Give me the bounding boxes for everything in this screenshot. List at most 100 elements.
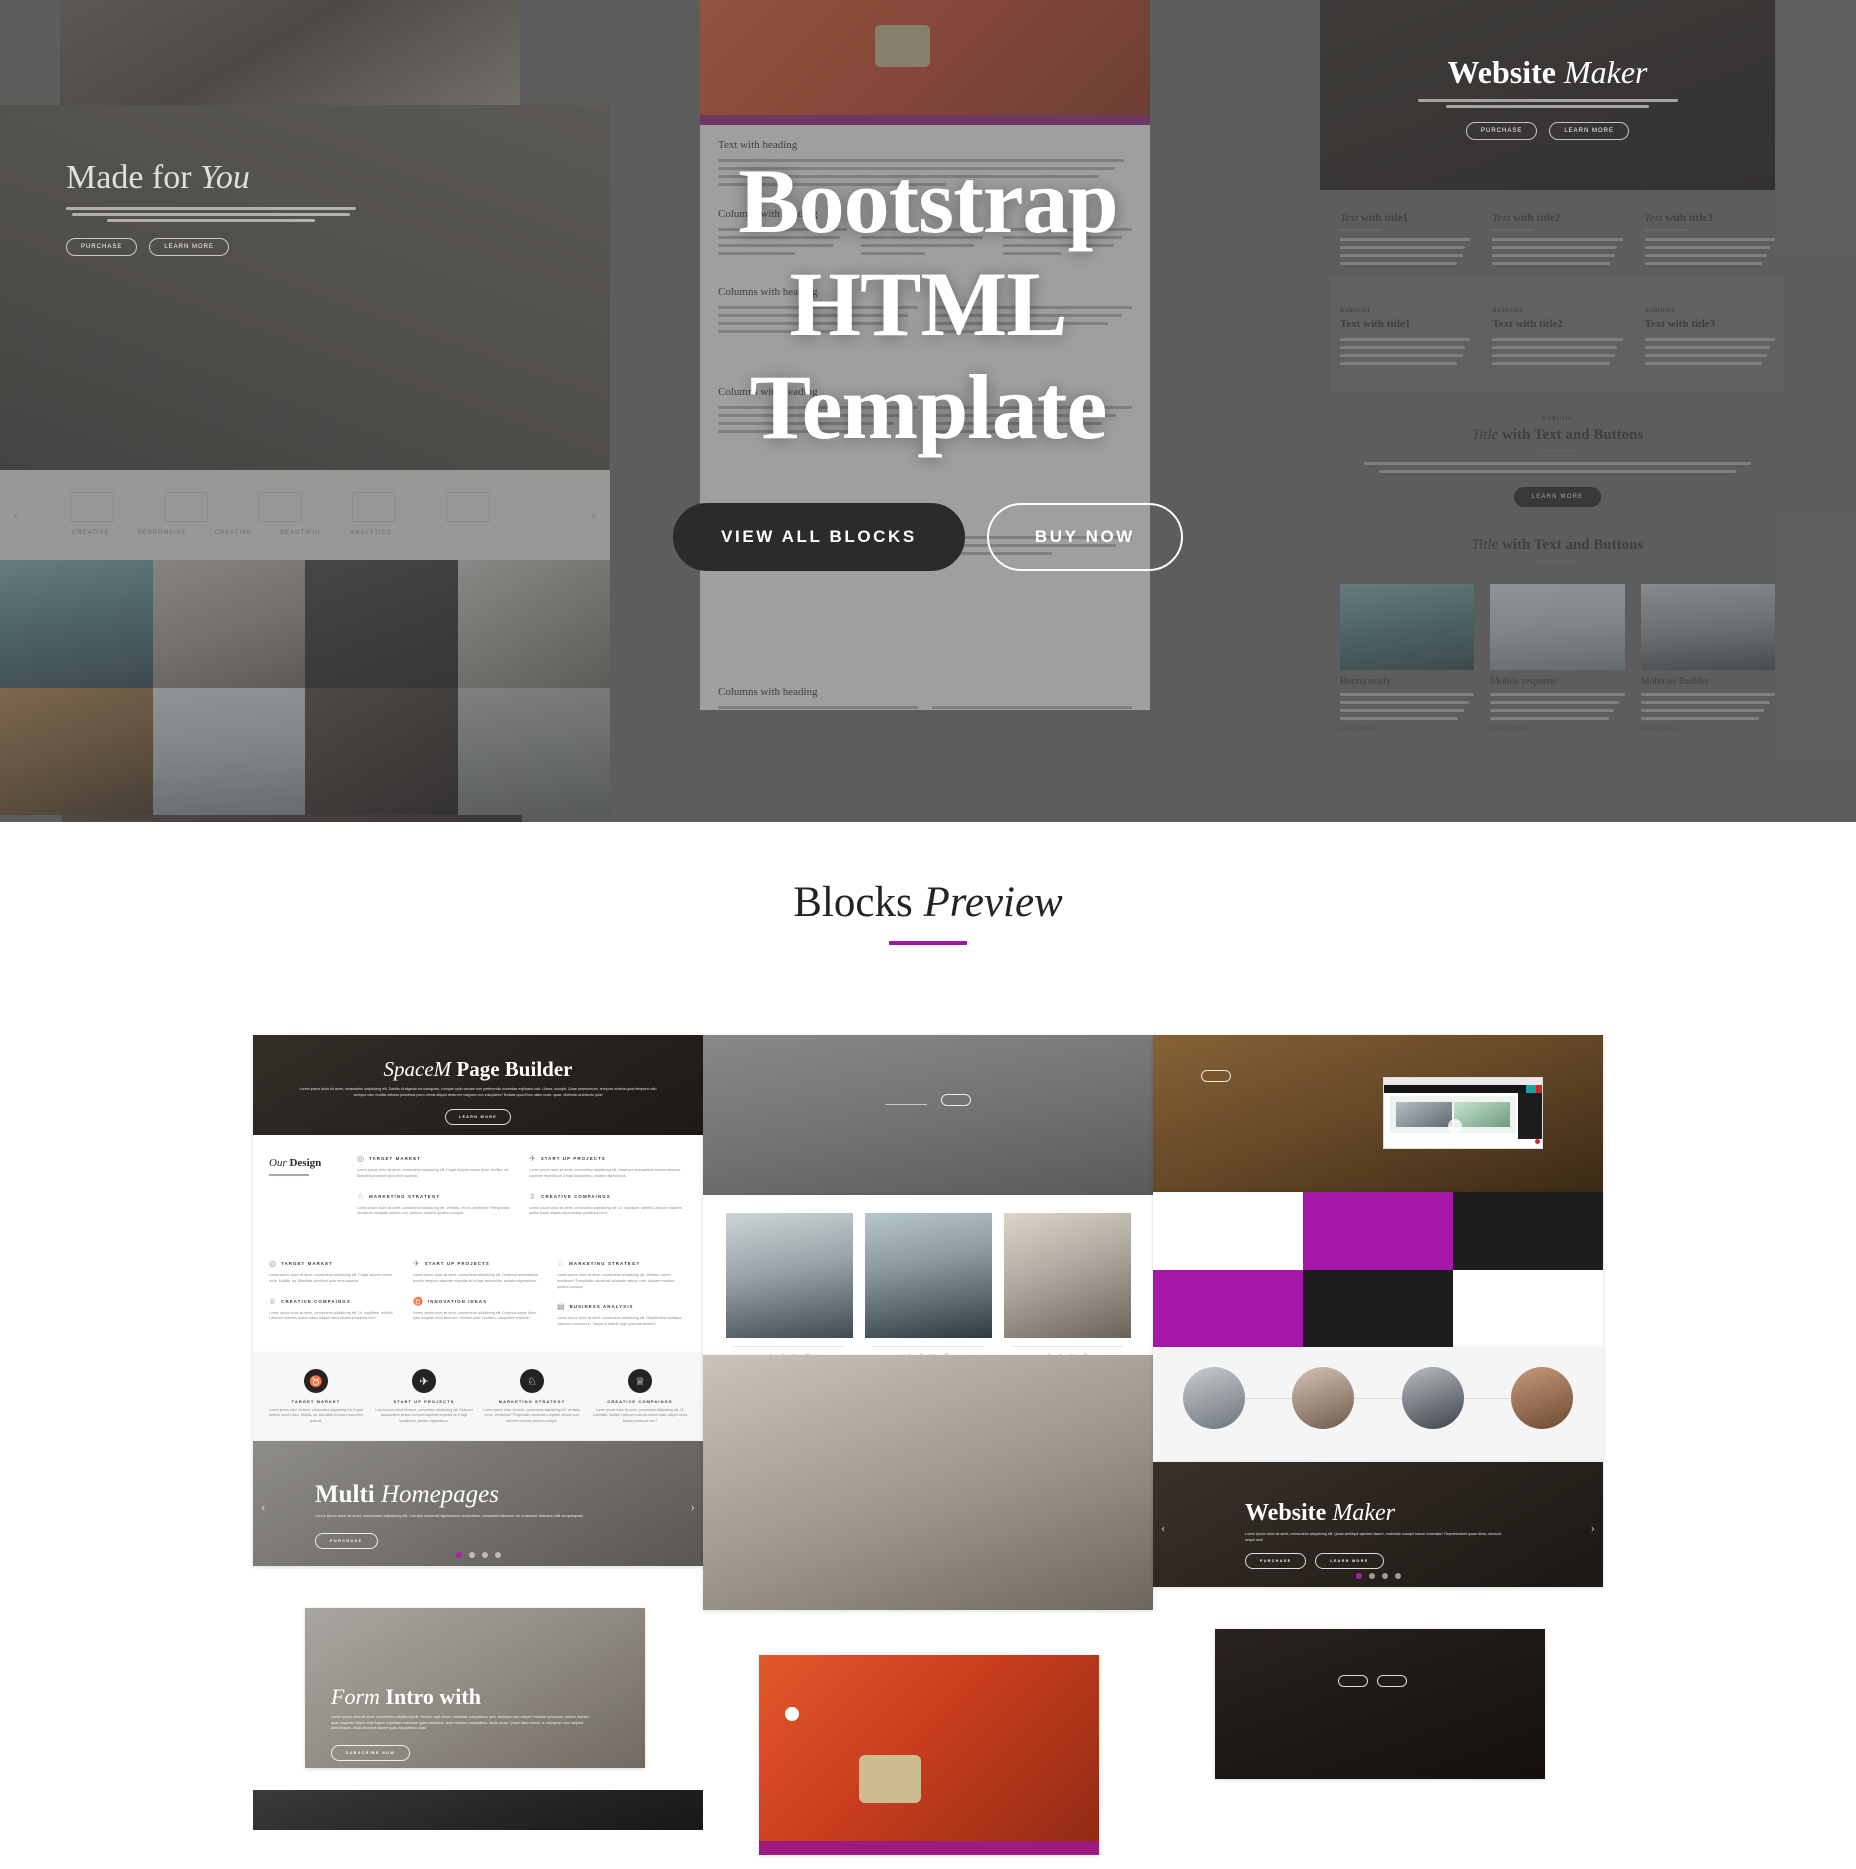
natwest-logo-icon <box>785 1707 799 1721</box>
card-intro-with-form[interactable] <box>703 1035 1153 1195</box>
strategy-icon: ♘ <box>357 1191 365 1201</box>
od2-feat-0-label: TARGET MARKET <box>280 1261 334 1266</box>
st-title-italic: Form <box>331 1684 380 1709</box>
wmk-purchase-button[interactable] <box>1337 1675 1368 1687</box>
preview-column-2: ✈ f ⚯ ⎙ <box>703 1035 1153 1855</box>
card-icon-badge-features: ♉ TARGET MARKET Lorem ipsum dolor sit am… <box>253 1353 703 1441</box>
st-text: Lorem ipsum dolor sit amet, consectetur … <box>331 1715 589 1731</box>
slider-prev-arrow[interactable]: ‹ <box>1161 1520 1165 1536</box>
md-learn-more-button[interactable]: LEARN MORE <box>1315 1553 1384 1570</box>
team-member-1: ✈ f ⚯ ⎙ <box>864 1213 992 1355</box>
slider-next-arrow[interactable]: › <box>1591 1520 1595 1536</box>
preview-column-3: ‹ › Website Maker Lorem ipsum dolor sit … <box>1153 1035 1603 1779</box>
bulb-icon: ♉ <box>413 1296 423 1306</box>
step-cell-1 <box>1303 1192 1453 1270</box>
trophy-icon: ♕ <box>529 1191 537 1201</box>
slider-dots[interactable] <box>1153 1573 1603 1579</box>
view-all-blocks-button[interactable]: VIEW ALL BLOCKS <box>673 503 965 572</box>
card-our-design-features: Our Design ◎ TARGET MARKET Lorem ipsum d… <box>253 1135 703 1353</box>
target-icon: ◎ <box>357 1154 364 1163</box>
badge-feature-3: ♕ CREATIVE COMPAINGS Lorem ipsum dolor s… <box>591 1369 689 1424</box>
card-interior-photo[interactable] <box>703 1355 1153 1610</box>
rocket-icon: ✈ <box>529 1154 536 1163</box>
od2-feat-0-text: Lorem ipsum dolor sit amet, consectetur … <box>269 1273 393 1283</box>
od2-feat-5-label: BUSINESS ANALYSIS <box>569 1304 634 1310</box>
page-root: Made for You PURCHASE LEARN MORE Website… <box>0 0 1856 1869</box>
od-feat-3-text: Lorem ipsum dolor sit amet, consectetur … <box>529 1205 682 1216</box>
badge-3-label: CREATIVE COMPAINGS <box>607 1399 673 1404</box>
badge-3-text: Lorem ipsum dolor sit amet, consectetur … <box>592 1408 688 1423</box>
spb-title-italic: SpaceM <box>383 1057 452 1081</box>
od-title-regular: Design <box>289 1157 322 1169</box>
page-title: Bootstrap HTML Template <box>0 150 1856 459</box>
trophy-icon: ♕ <box>269 1296 277 1306</box>
od2-feat-3-text: Lorem ipsum dolor sit amet, consectetur … <box>269 1310 393 1321</box>
od2-feat-2-label: MARKETING STRATEGY <box>569 1261 641 1266</box>
circle-photo <box>1182 1367 1245 1429</box>
od2-feat-5-text: Lorem ipsum dolor sit amet, consectetur … <box>557 1316 683 1326</box>
od-feat-0-text: Lorem ipsum dolor sit amet, consectetur … <box>357 1168 510 1178</box>
slider-dots[interactable] <box>253 1552 703 1558</box>
bg-wm-btn-purchase[interactable]: PURCHASE <box>1465 122 1538 140</box>
hero-content: Bootstrap HTML Template VIEW ALL BLOCKS … <box>0 150 1856 572</box>
badge-feature-1: ✈ START UP PROJECTS Lorem ipsum dolor si… <box>375 1369 473 1424</box>
od2-feat-4-text: Lorem ipsum dolor sit amet, consectetur … <box>413 1310 537 1321</box>
section-heading-italic: Preview <box>923 879 1063 926</box>
rocket-icon: ✈ <box>412 1369 436 1393</box>
swb-learn-more-button[interactable] <box>1201 1070 1231 1082</box>
card-numbered-steps <box>1153 1192 1603 1347</box>
card-spacem-theme[interactable]: Form Intro with Lorem ipsum dolor sit am… <box>305 1608 645 1768</box>
circ-feature-2 <box>1390 1367 1476 1436</box>
email-field[interactable] <box>885 1096 927 1105</box>
target-icon: ◎ <box>269 1259 276 1268</box>
step-cell-0 <box>1153 1192 1303 1270</box>
mh-title-italic: Homepages <box>380 1481 499 1508</box>
md-title-italic: Maker <box>1332 1500 1395 1526</box>
md-text: Lorem ipsum dolor sit amet, consectetur … <box>1245 1532 1502 1542</box>
hero-title-line-0: Bootstrap <box>738 150 1118 252</box>
blocks-preview-heading: Blocks Preview <box>0 822 1856 945</box>
spb-learn-more-button[interactable]: LEARN MORE <box>444 1109 512 1126</box>
buy-now-button[interactable]: BUY NOW <box>986 503 1183 572</box>
circ-feature-1 <box>1281 1367 1367 1436</box>
card-spacem-page-builder[interactable]: SpaceM Page Builder Lorem ipsum dolor si… <box>253 1035 703 1135</box>
card-multi-homepages[interactable]: ‹ › Multi Homepages Lorem ipsum dolor si… <box>253 1441 703 1566</box>
slider-prev-arrow[interactable]: ‹ <box>261 1499 265 1515</box>
od-title-italic: Our <box>269 1157 287 1169</box>
spb-title-regular: Page Builder <box>456 1057 573 1081</box>
bg-wm-btn-learn[interactable]: LEARN MORE <box>1549 122 1630 140</box>
team-member-2: ✈ f ⚯ ⎙ <box>1003 1213 1131 1355</box>
wmk-learn-more-button[interactable] <box>1376 1675 1407 1687</box>
step-cell-3 <box>1153 1269 1303 1347</box>
avatar <box>1003 1213 1131 1338</box>
card-natwest-photo[interactable] <box>759 1655 1099 1855</box>
card-modern-design[interactable]: ‹ › Website Maker Lorem ipsum dolor sit … <box>1153 1462 1603 1587</box>
badge-2-text: Lorem ipsum dolor sit amet, consectetur … <box>483 1408 581 1423</box>
bg-wm-title-italic: Maker <box>1563 54 1648 90</box>
step-cell-4 <box>1303 1269 1453 1347</box>
mh-purchase-button[interactable]: PURCHASE <box>315 1532 378 1549</box>
card-spacem-website-builder[interactable] <box>1153 1035 1603 1192</box>
card-website-maker[interactable] <box>1215 1629 1545 1779</box>
od2-feat-3-label: CREATIVE COMPAINGS <box>281 1298 351 1304</box>
od-feat-0-label: TARGET MARKET <box>368 1156 422 1161</box>
circle-photo <box>1292 1367 1355 1429</box>
strategy-icon: ♘ <box>520 1369 544 1393</box>
blocks-preview-grid: SpaceM Page Builder Lorem ipsum dolor si… <box>0 945 1856 1869</box>
mh-title-regular: Multi <box>315 1481 375 1508</box>
play-icon[interactable] <box>1448 1119 1462 1133</box>
st-title-regular: Intro with <box>385 1684 481 1709</box>
circ-feature-0 <box>1171 1367 1257 1436</box>
slider-next-arrow[interactable]: › <box>691 1499 695 1515</box>
badge-0-text: Lorem ipsum dolor sit amet, consectetur … <box>268 1408 364 1423</box>
st-purchase-button[interactable]: SUBSCRIBE NOW <box>331 1744 411 1761</box>
md-purchase-button[interactable]: PURCHASE <box>1245 1553 1307 1570</box>
hero-section: Made for You PURCHASE LEARN MORE Website… <box>0 0 1856 822</box>
od2-feat-1-label: START UP PROJECTS <box>424 1261 490 1266</box>
od2-feat-2-text: Lorem ipsum dolor sit amet, consectetur … <box>557 1273 675 1289</box>
hero-button-group: VIEW ALL BLOCKS BUY NOW <box>0 503 1856 572</box>
step-cell-5 <box>1453 1269 1603 1347</box>
subscribe-now-button[interactable] <box>941 1094 971 1106</box>
badge-0-label: TARGET MARKET <box>291 1399 341 1404</box>
bulb-icon: ♉ <box>304 1369 328 1393</box>
